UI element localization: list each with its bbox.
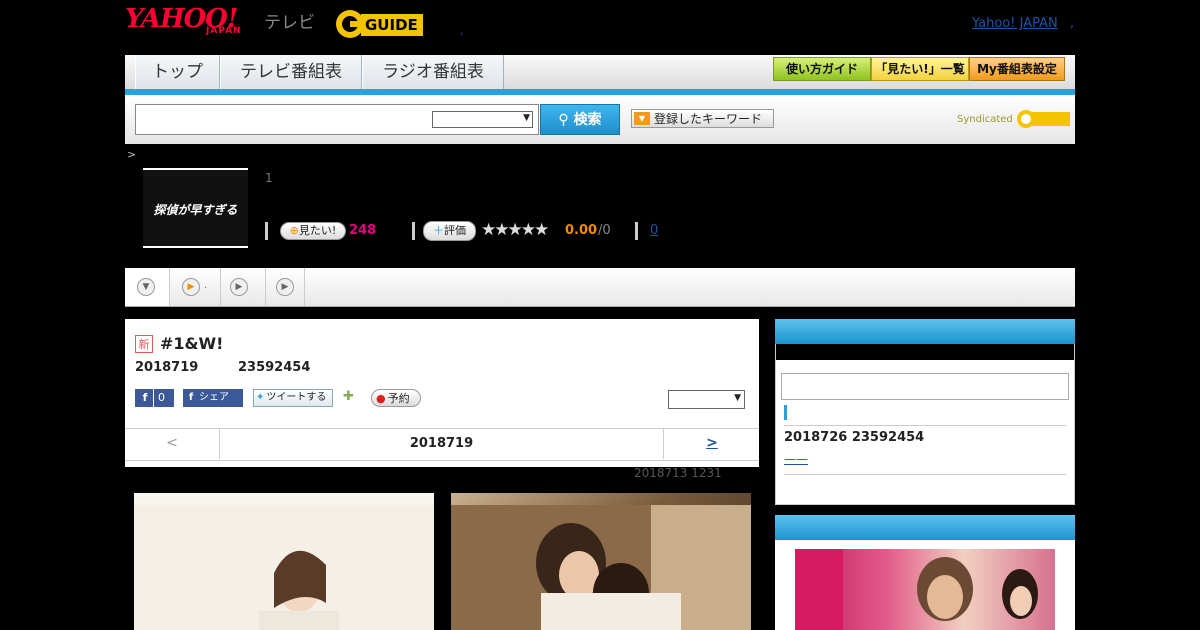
rate-label: 評価 — [444, 224, 466, 237]
tv-logo[interactable]: テレビ — [264, 8, 315, 33]
sidebar-panel-header — [775, 319, 1075, 344]
tab-radio-schedule[interactable]: ラジオ番組表 — [362, 55, 504, 89]
header-link[interactable]: , — [460, 26, 463, 37]
divider — [412, 222, 415, 240]
watchlist-button[interactable]: 「見たい!」一覧 — [871, 57, 969, 81]
chevron-down-icon: ▼ — [137, 278, 155, 296]
rating-stars: ★★★★★ — [481, 220, 549, 240]
plus-icon: ＋ — [433, 224, 444, 237]
play-icon: ▶ — [276, 278, 294, 296]
tab-tv-schedule[interactable]: テレビ番組表 — [220, 55, 362, 89]
my-schedule-settings-button[interactable]: My番組表設定 — [969, 57, 1065, 81]
want-to-watch-label: 見たい! — [298, 224, 337, 237]
yahoo-japan-logo-text: JAPAN — [206, 26, 242, 36]
global-nav: トップ テレビ番組表 ラジオ番組表 使い方ガイド 「見たい!」一覧 My番組表設… — [125, 55, 1075, 90]
usage-guide-button[interactable]: 使い方ガイド — [773, 57, 871, 81]
prev-episode-link[interactable]: < — [125, 428, 220, 459]
tab-1[interactable]: ▶ . — [170, 268, 221, 306]
rate-button[interactable]: ＋評価 — [423, 221, 476, 241]
pager-date: 2018719 — [409, 436, 474, 451]
facebook-share-label: シェア — [199, 392, 229, 403]
saved-keywords-label: 登録したキーワード — [654, 112, 763, 126]
program-thumbnail[interactable]: 探偵が早すぎる — [143, 168, 248, 248]
sidebar-field[interactable] — [781, 373, 1069, 400]
syndicated-text: Syndicated — [957, 114, 1013, 125]
syndicated-gguide-logo: Syndicated — [957, 108, 1072, 130]
next-broadcast-datetime: 2018726 23592454 — [784, 430, 925, 445]
tweet-button[interactable]: ✦ ツイートする — [253, 389, 333, 407]
facebook-icon: f — [137, 389, 154, 407]
facebook-share-button[interactable]: f シェア — [183, 389, 243, 407]
dropdown-arrow-icon: ▼ — [634, 112, 650, 125]
air-date: 2018719 — [135, 360, 199, 375]
twitter-bird-icon: ✦ — [256, 392, 265, 403]
tab-1-label: . — [204, 280, 208, 291]
tab-expand[interactable]: ▼ — [125, 268, 170, 306]
tab-2[interactable]: ▶ — [221, 268, 266, 306]
program-sub-tabs: ▼ ▶ . ▶ ▶ — [125, 268, 1075, 307]
divider — [784, 425, 1066, 426]
chevron-down-icon: ▼ — [734, 393, 741, 403]
gguide-logo-text: GUIDE — [365, 16, 418, 34]
search-icon: ⚲ — [558, 112, 569, 128]
episode-title: #1&W! — [160, 334, 224, 353]
sidebar-panel-subheader — [776, 344, 1074, 360]
gguide-logo[interactable]: GUIDE — [335, 8, 430, 40]
divider — [784, 474, 1066, 475]
record-dot-icon: ● — [376, 392, 386, 405]
promo-poster-image[interactable] — [795, 549, 1055, 630]
breadcrumb: > — [127, 148, 137, 161]
next-episode-link[interactable]: > — [663, 428, 760, 459]
rating-count: /0 — [598, 223, 611, 238]
search-category-select[interactable]: ▼ — [432, 111, 533, 128]
plus-icon: ⊕ — [289, 224, 299, 237]
rating-value: 0.00 — [565, 223, 598, 238]
tweet-label: ツイートする — [266, 392, 327, 403]
search-button[interactable]: ⚲ 検索 — [540, 104, 620, 135]
episode-select[interactable]: ▼ — [668, 390, 745, 409]
tab-3[interactable]: ▶ — [266, 268, 305, 306]
new-badge: 新 — [135, 335, 153, 353]
sidebar-accent-bar — [784, 405, 787, 420]
episode-photo-1[interactable] — [134, 493, 434, 630]
mixi-check-icon[interactable]: ✚ — [343, 389, 359, 405]
want-to-watch-button[interactable]: ⊕見たい! — [280, 222, 346, 240]
chevron-down-icon: ▼ — [523, 113, 530, 123]
search-button-label: 検索 — [573, 112, 602, 128]
facebook-icon: f — [188, 392, 194, 403]
episode-count: 1 — [265, 171, 273, 185]
air-time: 23592454 — [238, 360, 311, 375]
play-icon: ▶ — [230, 278, 248, 296]
play-icon: ▶ — [182, 278, 200, 296]
saved-keywords-button[interactable]: ▼ 登録したキーワード — [631, 109, 774, 128]
facebook-like-count: 0 — [158, 391, 165, 404]
review-count-link[interactable]: 0 — [650, 223, 658, 238]
yahoo-japan-link[interactable]: Yahoo! JAPAN — [972, 16, 1058, 31]
next-broadcast-link[interactable]: —— — [784, 452, 808, 466]
reserve-label: 予約 — [387, 392, 410, 405]
divider — [265, 222, 268, 240]
tab-top[interactable]: トップ — [135, 55, 220, 89]
facebook-like-button[interactable]: f0 — [135, 389, 174, 407]
updated-timestamp: 2018713 1231 — [634, 466, 722, 480]
episode-photo-2[interactable] — [451, 493, 751, 630]
reserve-button[interactable]: ● 予約 — [371, 389, 421, 407]
want-to-watch-count: 248 — [349, 223, 377, 238]
sidebar-promo-header — [775, 515, 1075, 540]
divider — [635, 222, 638, 240]
header-link-2[interactable]: , — [1070, 16, 1074, 31]
